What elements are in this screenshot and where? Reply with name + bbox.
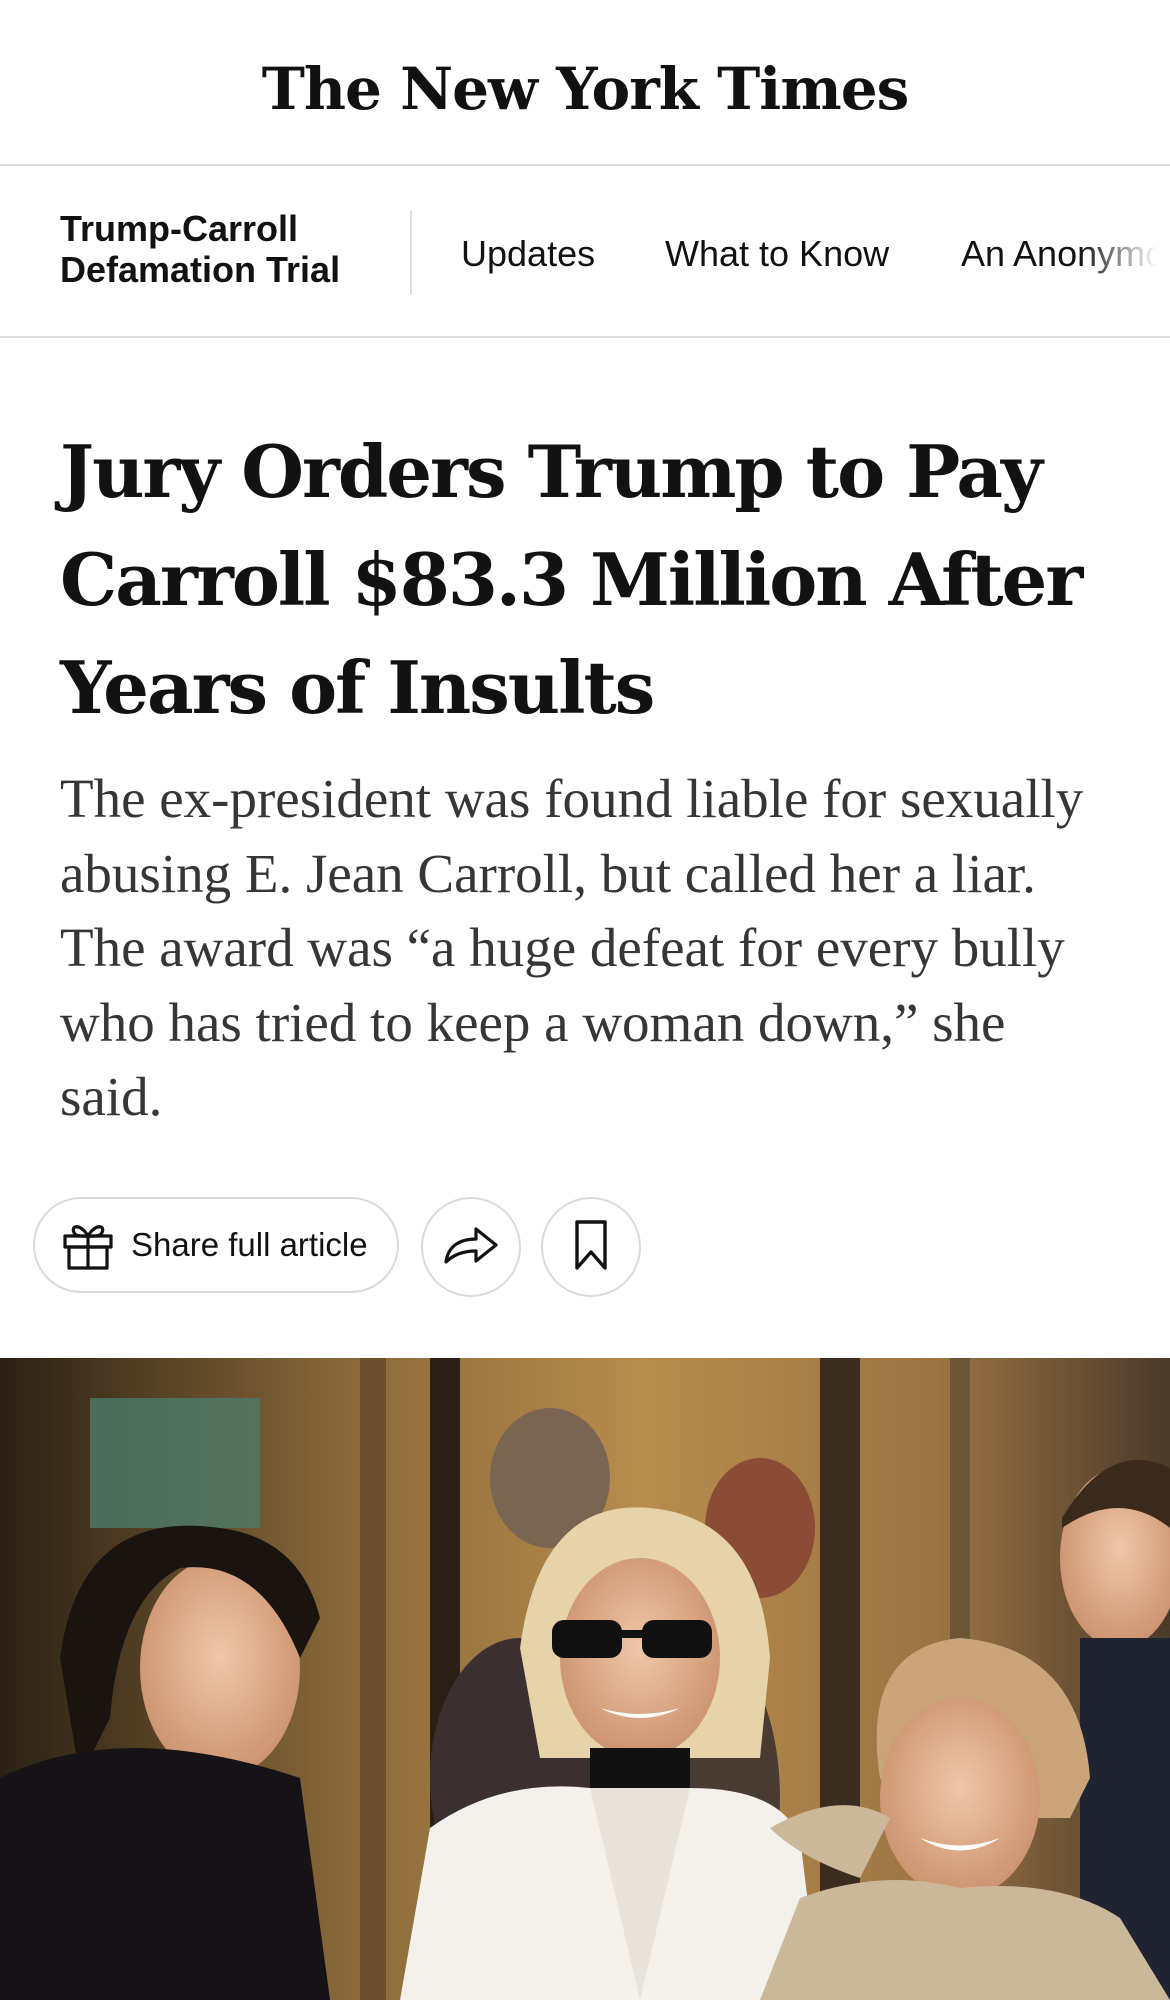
forward-share-button[interactable] (421, 1197, 521, 1297)
share-label: Share full article (131, 1226, 368, 1263)
nav-divider (410, 211, 412, 295)
bookmark-icon (573, 1218, 609, 1277)
section-nav: Trump-Carroll Defamation Trial Updates W… (0, 166, 1170, 338)
nav-link-what-to-know[interactable]: What to Know (665, 232, 889, 276)
article-summary: The ex-president was found liable for se… (60, 768, 1084, 1127)
masthead: The New York Times (0, 0, 1170, 166)
section-title-line1: Trump-Carroll (60, 208, 299, 249)
section-title-link[interactable]: Trump-Carroll Defamation Trial (60, 208, 340, 290)
section-title-line2: Defamation Trial (60, 249, 341, 290)
save-bookmark-button[interactable] (541, 1197, 641, 1297)
nyt-logo[interactable]: The New York Times (262, 55, 910, 123)
nav-link-anonymous[interactable]: An Anonymo (961, 232, 1165, 276)
nav-link-updates[interactable]: Updates (461, 232, 595, 276)
article-headline: Jury Orders Trump to Pay Carroll $83.3 M… (60, 429, 1083, 730)
forward-arrow-icon (442, 1222, 500, 1273)
share-full-article-button[interactable]: Share full article (33, 1197, 399, 1293)
article-lead-photo (0, 1358, 1170, 2000)
photo-illustration (0, 1358, 1170, 2000)
gift-icon (59, 1216, 117, 1274)
